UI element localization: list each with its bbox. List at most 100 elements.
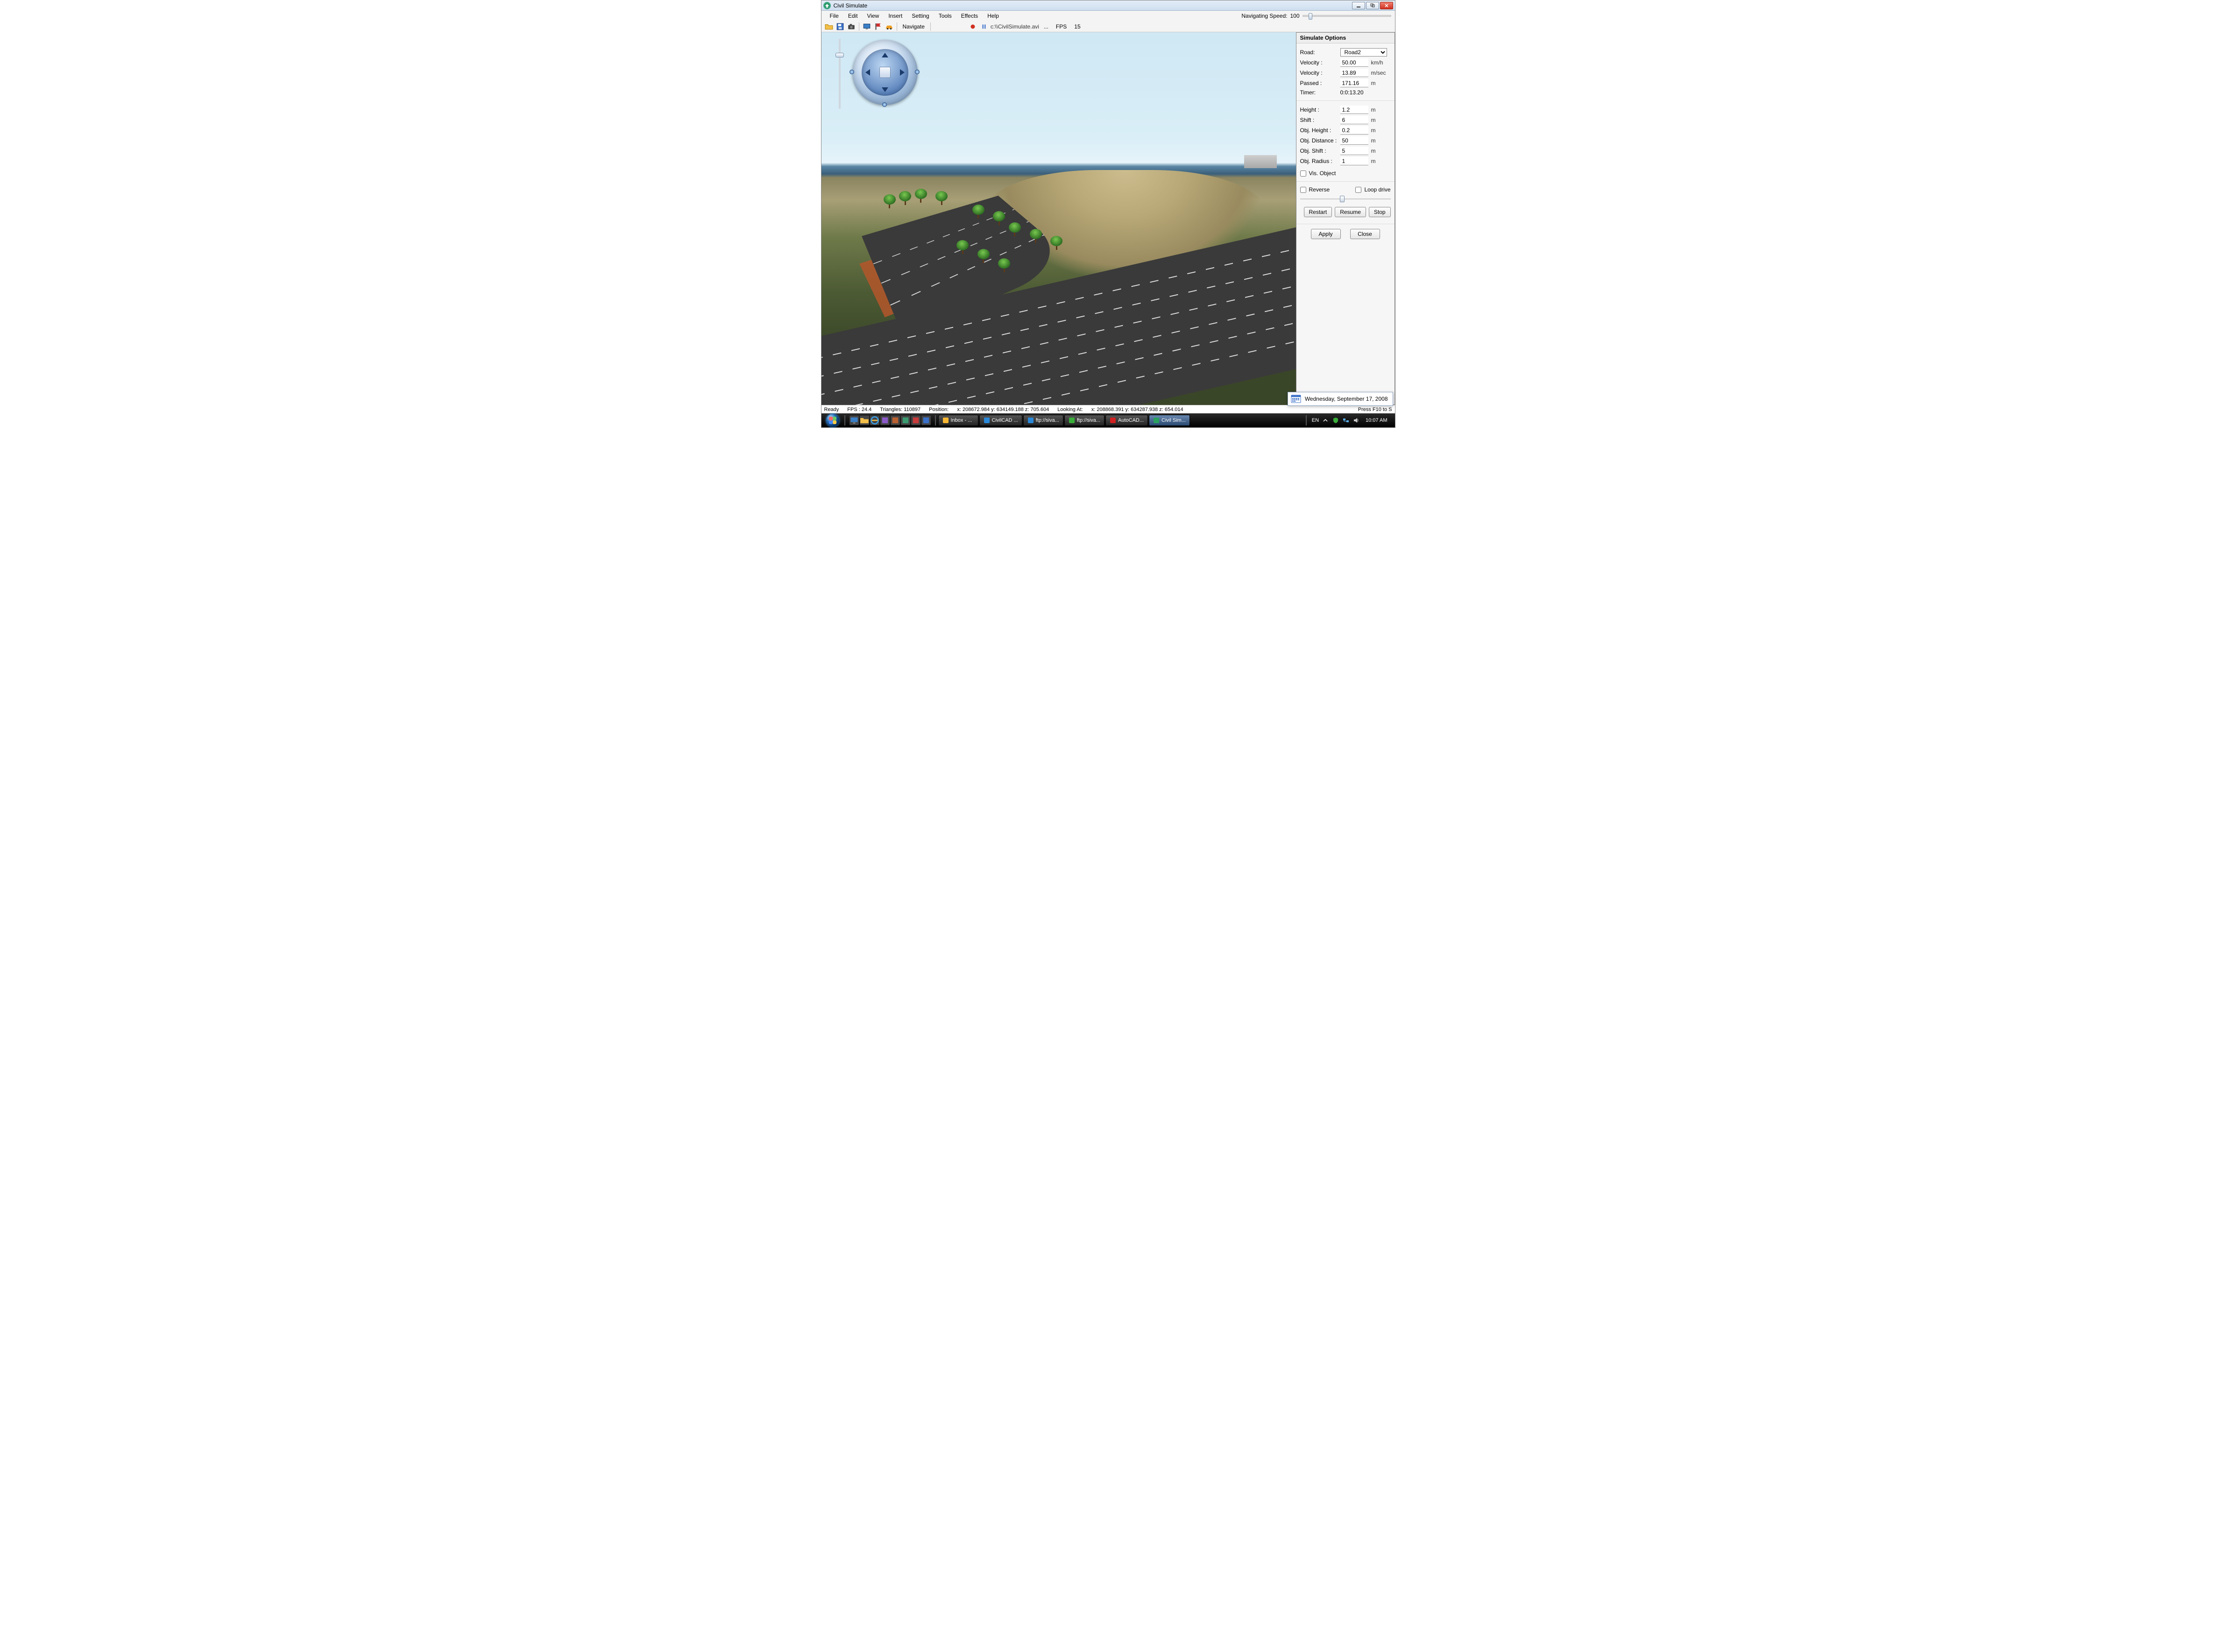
obj-height-label: Obj. Height : (1300, 127, 1338, 134)
ql-app4-icon[interactable] (911, 416, 920, 425)
loop-checkbox[interactable] (1355, 187, 1361, 193)
obj-height-input[interactable] (1340, 126, 1368, 135)
title-bar: Civil Simulate (821, 0, 1395, 11)
menu-effects[interactable]: Effects (956, 12, 983, 20)
ql-ie-icon[interactable] (870, 416, 879, 425)
tray-volume-icon[interactable] (1352, 417, 1360, 424)
shift-input[interactable] (1340, 116, 1368, 124)
taskbar-task[interactable]: ftp://siva... (1023, 415, 1063, 426)
apply-button[interactable]: Apply (1311, 229, 1341, 239)
timer-value: 0:0:13.20 (1340, 89, 1364, 96)
ql-app3-icon[interactable] (901, 416, 910, 425)
menu-help[interactable]: Help (983, 12, 1004, 20)
nav-dot-bottom[interactable] (882, 102, 887, 107)
camera-icon[interactable] (847, 22, 856, 31)
nav-down-icon[interactable] (880, 84, 890, 94)
path-ellipsis[interactable]: ... (1041, 23, 1051, 30)
shift-unit: m (1371, 117, 1387, 123)
close-panel-button[interactable]: Close (1350, 229, 1380, 239)
velocity-kmh-input[interactable] (1340, 58, 1368, 67)
fps-value: 15 (1071, 23, 1083, 30)
vis-object-checkbox[interactable] (1300, 170, 1306, 177)
status-lookat-label: Looking At: (1057, 407, 1083, 412)
obj-radius-input[interactable] (1340, 157, 1368, 165)
height-input[interactable] (1340, 106, 1368, 114)
stop-button[interactable]: Stop (1369, 207, 1391, 217)
status-bar: Ready FPS : 24.4 Triangles: 110897 Posit… (821, 405, 1395, 413)
tray-chevron-icon[interactable] (1322, 417, 1329, 424)
maximize-button[interactable] (1366, 2, 1379, 9)
menu-bar: File Edit View Insert Setting Tools Effe… (821, 11, 1395, 21)
taskbar-task[interactable]: ftp://siva... (1064, 415, 1104, 426)
date-tooltip: Wednesday, September 17, 2008 (1288, 392, 1393, 406)
nav-slider-thumb[interactable] (835, 53, 844, 57)
passed-input[interactable] (1340, 79, 1368, 87)
menu-setting[interactable]: Setting (907, 12, 934, 20)
pause-icon[interactable] (979, 22, 989, 31)
obj-radius-label: Obj. Radius : (1300, 158, 1338, 164)
minimize-button[interactable] (1352, 2, 1365, 9)
road-select[interactable]: Road2 (1340, 48, 1387, 57)
menu-view[interactable]: View (863, 12, 884, 20)
3d-viewport[interactable] (821, 32, 1296, 405)
start-button[interactable] (823, 413, 842, 427)
velocity-ms-input[interactable] (1340, 69, 1368, 77)
close-button[interactable] (1380, 2, 1393, 9)
taskbar: Inbox - ...CivilCAD ... ftp://siva... ftp:… (821, 413, 1395, 427)
ql-app2-icon[interactable] (891, 416, 900, 425)
nav-disc[interactable] (852, 40, 918, 105)
nav-vertical-slider[interactable] (835, 39, 844, 109)
record-icon[interactable] (968, 22, 977, 31)
flag-icon[interactable] (873, 22, 883, 31)
nav-dot-right[interactable] (915, 70, 920, 74)
menu-edit[interactable]: Edit (843, 12, 863, 20)
taskbar-task[interactable]: Civil Sim... (1149, 415, 1190, 426)
ql-desktop-icon[interactable] (850, 416, 859, 425)
obj-distance-input[interactable] (1340, 136, 1368, 145)
task-app-icon (1110, 417, 1116, 424)
ql-explorer-icon[interactable] (860, 416, 869, 425)
task-app-icon (942, 417, 949, 424)
ql-app5-icon[interactable] (921, 416, 931, 425)
open-icon[interactable] (824, 22, 834, 31)
save-icon[interactable] (835, 22, 845, 31)
task-label: Civil Sim... (1161, 418, 1186, 423)
menu-tools[interactable]: Tools (934, 12, 956, 20)
speed-slider-thumb[interactable] (1340, 196, 1345, 202)
window-title: Civil Simulate (834, 2, 1352, 9)
speed-slider[interactable] (1300, 196, 1391, 202)
nav-up-icon[interactable] (880, 51, 890, 61)
restart-button[interactable]: Restart (1304, 207, 1332, 217)
navspeed-slider[interactable] (1303, 15, 1391, 17)
fps-label: FPS (1053, 23, 1069, 30)
tray-network-icon[interactable] (1342, 417, 1350, 424)
car-icon[interactable] (885, 22, 894, 31)
road-label: Road: (1300, 49, 1338, 56)
mode-label[interactable]: Navigate (900, 23, 927, 30)
obj-distance-unit: m (1371, 137, 1387, 144)
taskbar-task[interactable]: CivilCAD ... (979, 415, 1022, 426)
nav-dot-left[interactable] (850, 70, 854, 74)
recording-path: c:\\CivilSimulate.avi (991, 23, 1039, 30)
resume-button[interactable]: Resume (1335, 207, 1366, 217)
passed-label: Passed : (1300, 80, 1338, 86)
tray-language[interactable]: EN (1312, 418, 1319, 423)
tray-clock[interactable]: 10:07 AM (1363, 418, 1390, 423)
reverse-label: Reverse (1309, 186, 1330, 193)
tray-shield-icon[interactable] (1332, 417, 1339, 424)
screen-icon[interactable] (862, 22, 871, 31)
ql-app1-icon[interactable] (880, 416, 890, 425)
nav-right-icon[interactable] (896, 67, 906, 78)
menu-file[interactable]: File (825, 12, 843, 20)
task-label: ftp://siva... (1036, 418, 1059, 423)
nav-left-icon[interactable] (864, 67, 874, 78)
taskbar-task[interactable]: Inbox - ... (938, 415, 978, 426)
quick-launch (848, 416, 933, 425)
navspeed-thumb[interactable] (1309, 13, 1312, 20)
menu-insert[interactable]: Insert (884, 12, 907, 20)
nav-center-button[interactable] (879, 67, 891, 78)
reverse-checkbox[interactable] (1300, 187, 1306, 193)
taskbar-task[interactable]: AutoCAD... (1105, 415, 1148, 426)
obj-shift-input[interactable] (1340, 147, 1368, 155)
system-tray: EN 10:07 AM (1309, 417, 1393, 424)
